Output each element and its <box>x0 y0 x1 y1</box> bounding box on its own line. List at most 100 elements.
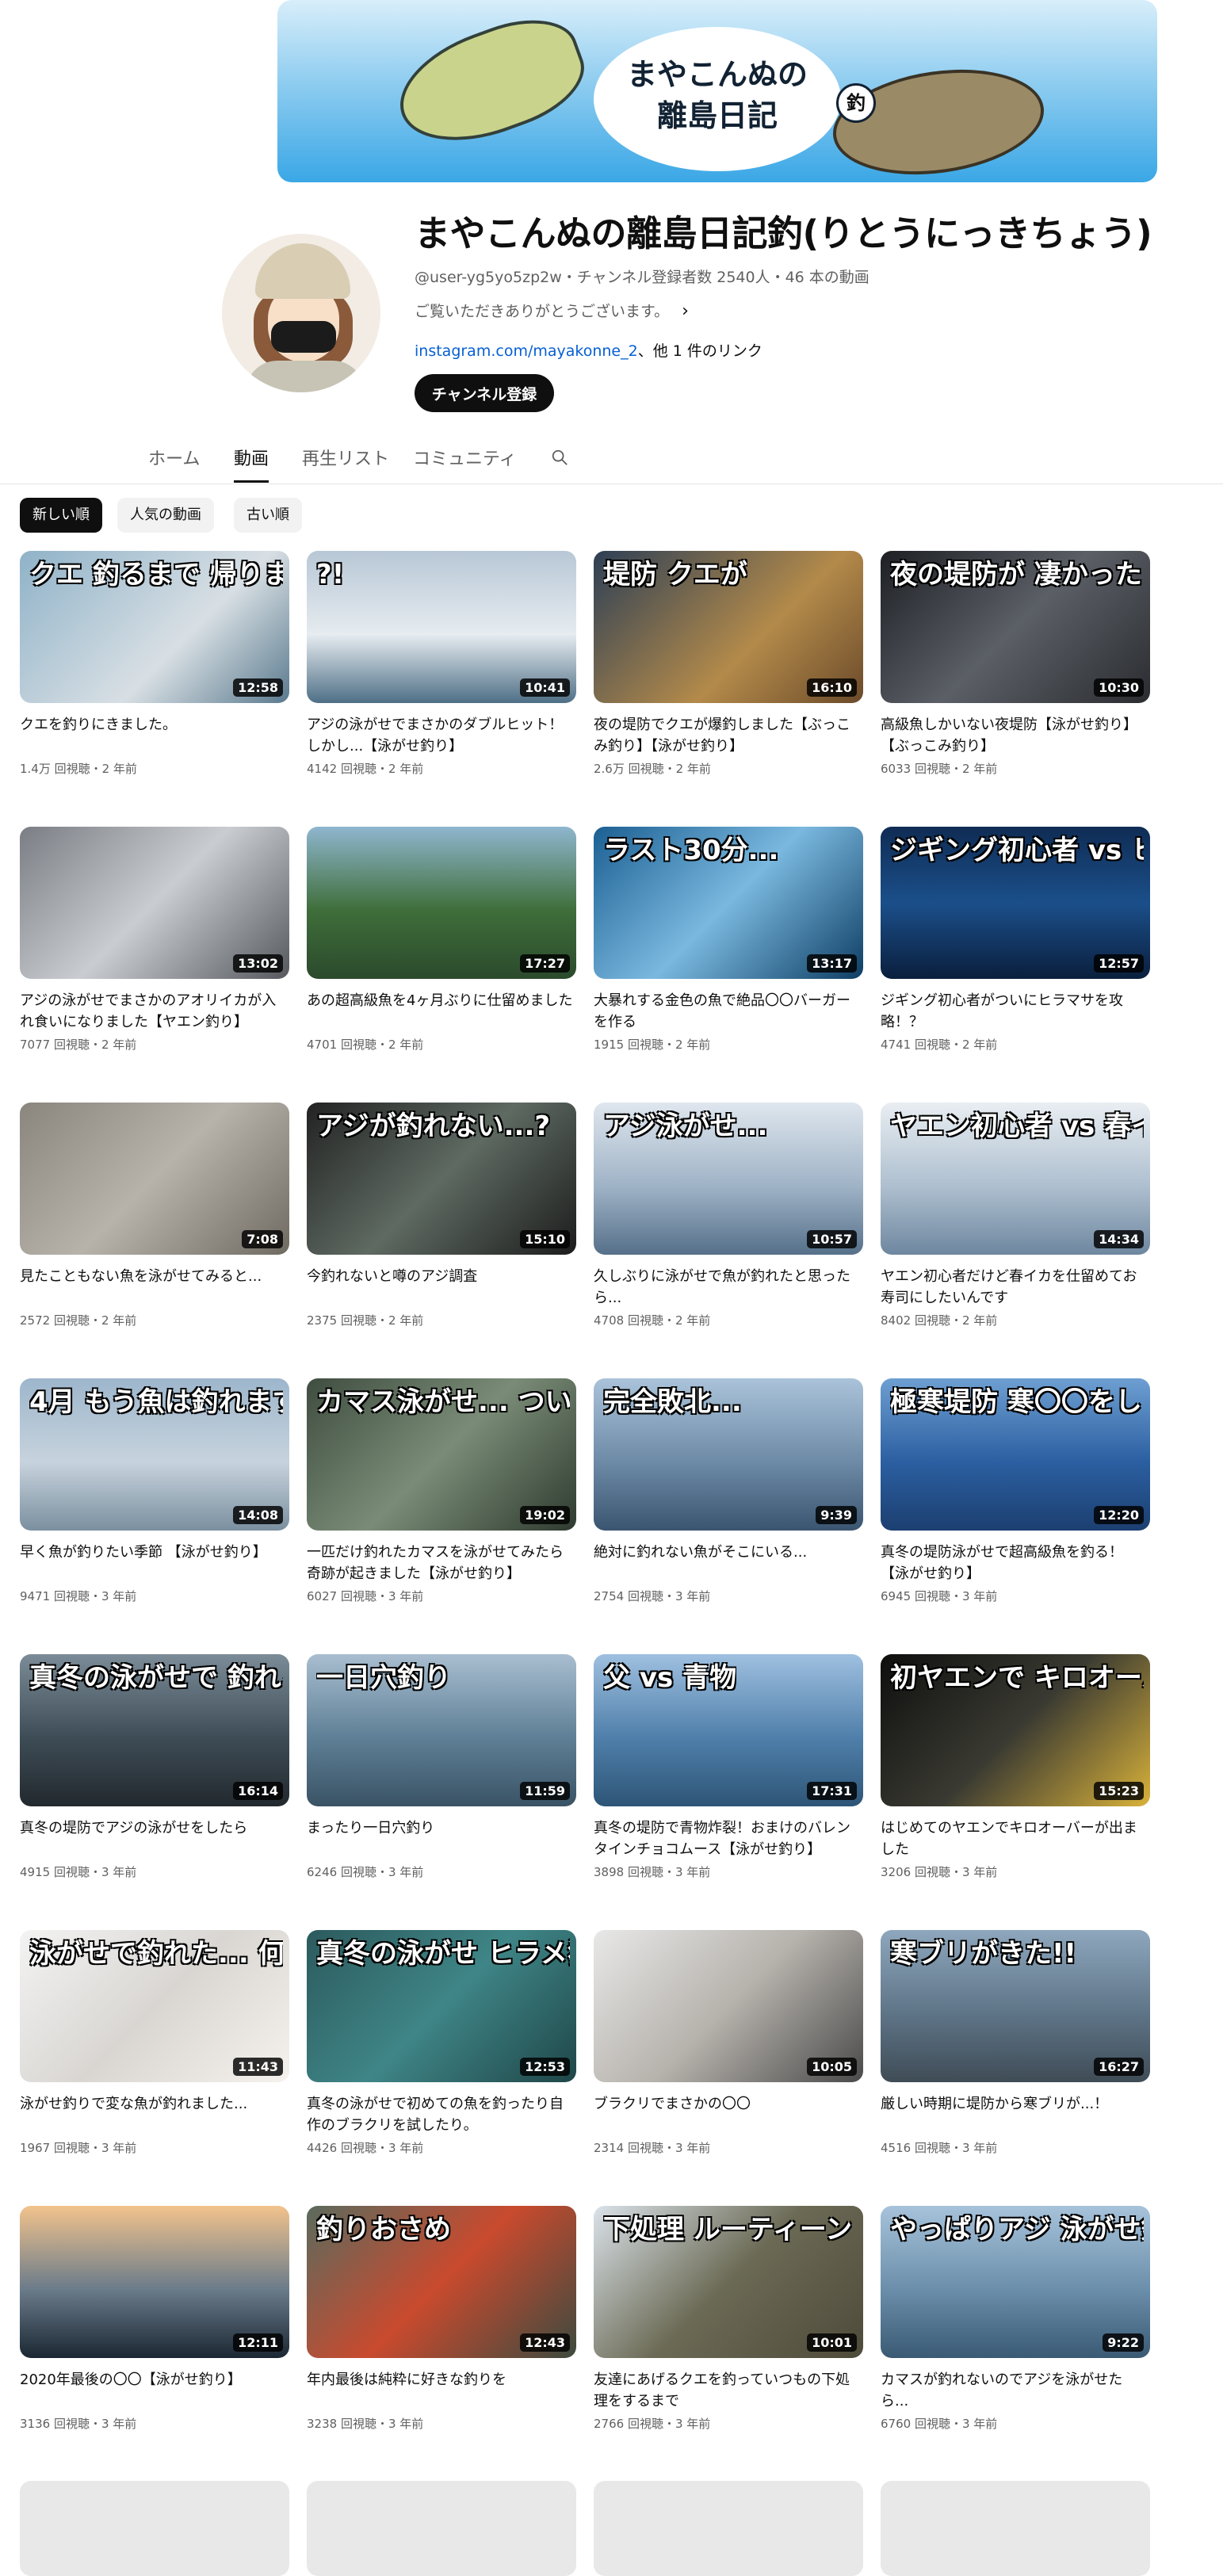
video-thumbnail[interactable]: ラスト30分... 13:17 <box>594 827 863 979</box>
tab-home[interactable]: ホーム <box>148 444 200 480</box>
video-title[interactable]: 真冬の堤防泳がせで超高級魚を釣る！【泳がせ釣り】 <box>881 1542 1150 1584</box>
video-thumbnail[interactable]: アジ泳がせ... 10:57 <box>594 1103 863 1255</box>
video-card[interactable]: 夜の堤防が 凄かった 10:30 高級魚しかいない夜堤防【泳がせ釣り】【ぶっこみ釣り… <box>881 551 1150 777</box>
video-card[interactable]: 釣りおさめ 12:43 年内最後は純粋に好きな釣りを 3238 回視聴・3 年前 <box>307 2206 576 2432</box>
video-thumbnail[interactable]: 寒ブリがきた!! 16:27 <box>881 1930 1150 2082</box>
video-card[interactable]: 堤防 クエが 16:10 夜の堤防でクエが爆釣しました【ぶっこみ釣り】【泳がせ釣り】… <box>594 551 863 777</box>
more-links-link[interactable]: 、他 1 件のリンク <box>638 342 762 360</box>
video-thumbnail[interactable]: 7:08 <box>20 1103 289 1255</box>
video-card[interactable]: 一日穴釣り 11:59 まったり一日穴釣り 6246 回視聴・3 年前 <box>307 1654 576 1880</box>
tab-videos[interactable]: 動画 <box>234 444 269 483</box>
thumbnail-overlay-text: 夜の堤防が 凄かった <box>890 559 1142 590</box>
search-icon[interactable] <box>551 449 568 466</box>
thumbnail-overlay-text: クエ 釣るまで 帰りません。 <box>29 559 283 590</box>
video-title[interactable]: 厳しい時期に堤防から寒ブリが...！ <box>881 2093 1150 2136</box>
video-card[interactable]: アジが釣れない...? 15:10 今釣れないと噂のアジ調査 2375 回視聴・2 年… <box>307 1103 576 1328</box>
video-title[interactable]: はじめてのヤエンでキロオーバーが出ました <box>881 1817 1150 1860</box>
video-thumbnail[interactable]: 12:11 <box>20 2206 289 2358</box>
tab-playlists[interactable]: 再生リスト <box>302 444 389 480</box>
video-title[interactable]: アジの泳がせでまさかのアオリイカが入れ食いになりました【ヤエン釣り】 <box>20 990 289 1033</box>
video-card[interactable]: ヤエン初心者 vs 春イカ 14:34 ヤエン初心者だけど春イカを仕留めてお寿司にし… <box>881 1103 1150 1328</box>
video-thumbnail[interactable]: やっぱりアジ 泳がせ釣 9:22 <box>881 2206 1150 2358</box>
video-title[interactable]: 泳がせ釣りで変な魚が釣れました... <box>20 2093 289 2136</box>
video-card[interactable]: やっぱりアジ 泳がせ釣 9:22 カマスが釣れないのでアジを泳がせたら... 6760… <box>881 2206 1150 2432</box>
video-thumbnail[interactable]: 下処理 ルーティーン 10:01 <box>594 2206 863 2358</box>
video-title[interactable]: 見たこともない魚を泳がせてみると... <box>20 1266 289 1309</box>
video-card[interactable]: 7:08 見たこともない魚を泳がせてみると... 2572 回視聴・2 年前 <box>20 1103 289 1328</box>
video-title[interactable]: 今釣れないと噂のアジ調査 <box>307 1266 576 1309</box>
video-title[interactable]: 一匹だけ釣れたカマスを泳がせてみたら奇跡が起きました【泳がせ釣り】 <box>307 1542 576 1584</box>
chip-popular[interactable]: 人気の動画 <box>117 498 214 533</box>
video-thumbnail[interactable]: ジギング初心者 vs ヒラマサ!! 12:57 <box>881 827 1150 979</box>
channel-avatar[interactable] <box>222 234 380 392</box>
video-card[interactable]: ジギング初心者 vs ヒラマサ!! 12:57 ジギング初心者がついにヒラマサを攻略… <box>881 827 1150 1053</box>
video-title[interactable]: 大暴れする金色の魚で絶品〇〇バーガーを作る <box>594 990 863 1033</box>
video-thumbnail[interactable]: 泳がせで釣れた... 何の魚 11:43 <box>20 1930 289 2082</box>
video-title[interactable]: 年内最後は純粋に好きな釣りを <box>307 2369 576 2412</box>
video-card[interactable]: 4月 もう魚は釣れますか? 14:08 早く魚が釣りたい季節 【泳がせ釣り】 9471… <box>20 1378 289 1604</box>
video-thumbnail[interactable]: 初ヤエンで キロオーバー 15:23 <box>881 1654 1150 1806</box>
video-thumbnail[interactable]: 真冬の泳がせで 釣れる魚 16:14 <box>20 1654 289 1806</box>
video-thumbnail[interactable]: 父 vs 青物 17:31 <box>594 1654 863 1806</box>
video-card[interactable]: 初ヤエンで キロオーバー 15:23 はじめてのヤエンでキロオーバーが出ました 320… <box>881 1654 1150 1880</box>
channel-description[interactable]: ご覧いただきありがとうございます。 › <box>415 300 689 321</box>
video-card[interactable]: アジ泳がせ... 10:57 久しぶりに泳がせで魚が釣れたと思ったら... 4708 … <box>594 1103 863 1328</box>
video-thumbnail[interactable]: 夜の堤防が 凄かった 10:30 <box>881 551 1150 703</box>
video-card[interactable]: ラスト30分... 13:17 大暴れする金色の魚で絶品〇〇バーガーを作る 1915 … <box>594 827 863 1053</box>
video-thumbnail[interactable]: 17:27 <box>307 827 576 979</box>
chip-oldest[interactable]: 古い順 <box>234 498 302 533</box>
video-card[interactable]: 13:02 アジの泳がせでまさかのアオリイカが入れ食いになりました【ヤエン釣り】 7… <box>20 827 289 1053</box>
video-title[interactable]: 絶対に釣れない魚がそこにいる... <box>594 1542 863 1584</box>
video-card[interactable]: 真冬の泳がせ ヒラメ狙 12:53 真冬の泳がせで初めての魚を釣ったり自作のブラクリ… <box>307 1930 576 2156</box>
video-title[interactable]: クエを釣りにきました。 <box>20 714 289 757</box>
video-title[interactable]: アジの泳がせでまさかのダブルヒット！しかし...【泳がせ釣り】 <box>307 714 576 757</box>
video-title[interactable]: 夜の堤防でクエが爆釣しました【ぶっこみ釣り】【泳がせ釣り】 <box>594 714 863 757</box>
video-card[interactable]: 真冬の泳がせで 釣れる魚 16:14 真冬の堤防でアジの泳がせをしたら 4915 回視… <box>20 1654 289 1880</box>
subscribe-button[interactable]: チャンネル登録 <box>415 374 554 412</box>
video-thumbnail[interactable]: 一日穴釣り 11:59 <box>307 1654 576 1806</box>
instagram-link[interactable]: instagram.com/mayakonne_2 <box>415 342 638 360</box>
video-thumbnail[interactable]: 10:05 <box>594 1930 863 2082</box>
video-thumbnail[interactable]: 4月 もう魚は釣れますか? 14:08 <box>20 1378 289 1531</box>
video-title[interactable]: ジギング初心者がついにヒラマサを攻略！？ <box>881 990 1150 1033</box>
video-thumbnail[interactable]: アジが釣れない...? 15:10 <box>307 1103 576 1255</box>
video-title[interactable]: あの超高級魚を4ヶ月ぶりに仕留めました <box>307 990 576 1033</box>
video-thumbnail[interactable]: クエ 釣るまで 帰りません。 12:58 <box>20 551 289 703</box>
video-card[interactable]: ?! 10:41 アジの泳がせでまさかのダブルヒット！しかし...【泳がせ釣り】 41… <box>307 551 576 777</box>
video-card[interactable]: 泳がせで釣れた... 何の魚 11:43 泳がせ釣りで変な魚が釣れました... 196… <box>20 1930 289 2156</box>
video-title[interactable]: 早く魚が釣りたい季節 【泳がせ釣り】 <box>20 1542 289 1584</box>
video-title[interactable]: まったり一日穴釣り <box>307 1817 576 1860</box>
duration-badge: 12:11 <box>233 2333 283 2352</box>
video-title[interactable]: 友達にあげるクエを釣っていつもの下処理をするまで <box>594 2369 863 2412</box>
video-thumbnail[interactable]: ?! 10:41 <box>307 551 576 703</box>
video-card[interactable]: 12:11 2020年最後の〇〇【泳がせ釣り】 3136 回視聴・3 年前 <box>20 2206 289 2432</box>
video-card[interactable]: 完全敗北... 9:39 絶対に釣れない魚がそこにいる... 2754 回視聴・3 年… <box>594 1378 863 1604</box>
video-thumbnail[interactable]: 極寒堤防 寒〇〇をしとめ 12:20 <box>881 1378 1150 1531</box>
video-card[interactable]: 寒ブリがきた!! 16:27 厳しい時期に堤防から寒ブリが...！ 4516 回視聴・… <box>881 1930 1150 2156</box>
video-title[interactable]: 2020年最後の〇〇【泳がせ釣り】 <box>20 2369 289 2412</box>
video-card[interactable]: クエ 釣るまで 帰りません。 12:58 クエを釣りにきました。 1.4万 回視聴・2… <box>20 551 289 777</box>
video-card[interactable]: 父 vs 青物 17:31 真冬の堤防で青物炸裂！おまけのバレンタインチョコムース【… <box>594 1654 863 1880</box>
video-title[interactable]: カマスが釣れないのでアジを泳がせたら... <box>881 2369 1150 2412</box>
video-title[interactable]: ヤエン初心者だけど春イカを仕留めてお寿司にしたいんです <box>881 1266 1150 1309</box>
video-thumbnail[interactable]: 釣りおさめ 12:43 <box>307 2206 576 2358</box>
video-thumbnail[interactable]: カマス泳がせ... ついに座布団!! 19:02 <box>307 1378 576 1531</box>
video-thumbnail[interactable]: 真冬の泳がせ ヒラメ狙 12:53 <box>307 1930 576 2082</box>
video-title[interactable]: 久しぶりに泳がせで魚が釣れたと思ったら... <box>594 1266 863 1309</box>
video-thumbnail[interactable]: 完全敗北... 9:39 <box>594 1378 863 1531</box>
video-card[interactable]: 極寒堤防 寒〇〇をしとめ 12:20 真冬の堤防泳がせで超高級魚を釣る！【泳がせ釣り… <box>881 1378 1150 1604</box>
video-title[interactable]: 真冬の堤防で青物炸裂！おまけのバレンタインチョコムース【泳がせ釣り】 <box>594 1817 863 1860</box>
tab-community[interactable]: コミュニティ <box>413 444 517 480</box>
video-title[interactable]: 高級魚しかいない夜堤防【泳がせ釣り】【ぶっこみ釣り】 <box>881 714 1150 757</box>
video-card[interactable]: 17:27 あの超高級魚を4ヶ月ぶりに仕留めました 4701 回視聴・2 年前 <box>307 827 576 1053</box>
chip-newest[interactable]: 新しい順 <box>20 498 102 533</box>
video-title[interactable]: ブラクリでまさかの〇〇 <box>594 2093 863 2136</box>
video-title[interactable]: 真冬の泳がせで初めての魚を釣ったり自作のブラクリを試したり。 <box>307 2093 576 2136</box>
video-thumbnail[interactable]: 13:02 <box>20 827 289 979</box>
video-card[interactable]: カマス泳がせ... ついに座布団!! 19:02 一匹だけ釣れたカマスを泳がせてみた… <box>307 1378 576 1604</box>
video-thumbnail[interactable]: ヤエン初心者 vs 春イカ 14:34 <box>881 1103 1150 1255</box>
video-title[interactable]: 真冬の堤防でアジの泳がせをしたら <box>20 1817 289 1860</box>
video-thumbnail[interactable]: 堤防 クエが 16:10 <box>594 551 863 703</box>
video-card[interactable]: 下処理 ルーティーン 10:01 友達にあげるクエを釣っていつもの下処理をするまで 2… <box>594 2206 863 2432</box>
video-card[interactable]: 10:05 ブラクリでまさかの〇〇 2314 回視聴・3 年前 <box>594 1930 863 2156</box>
